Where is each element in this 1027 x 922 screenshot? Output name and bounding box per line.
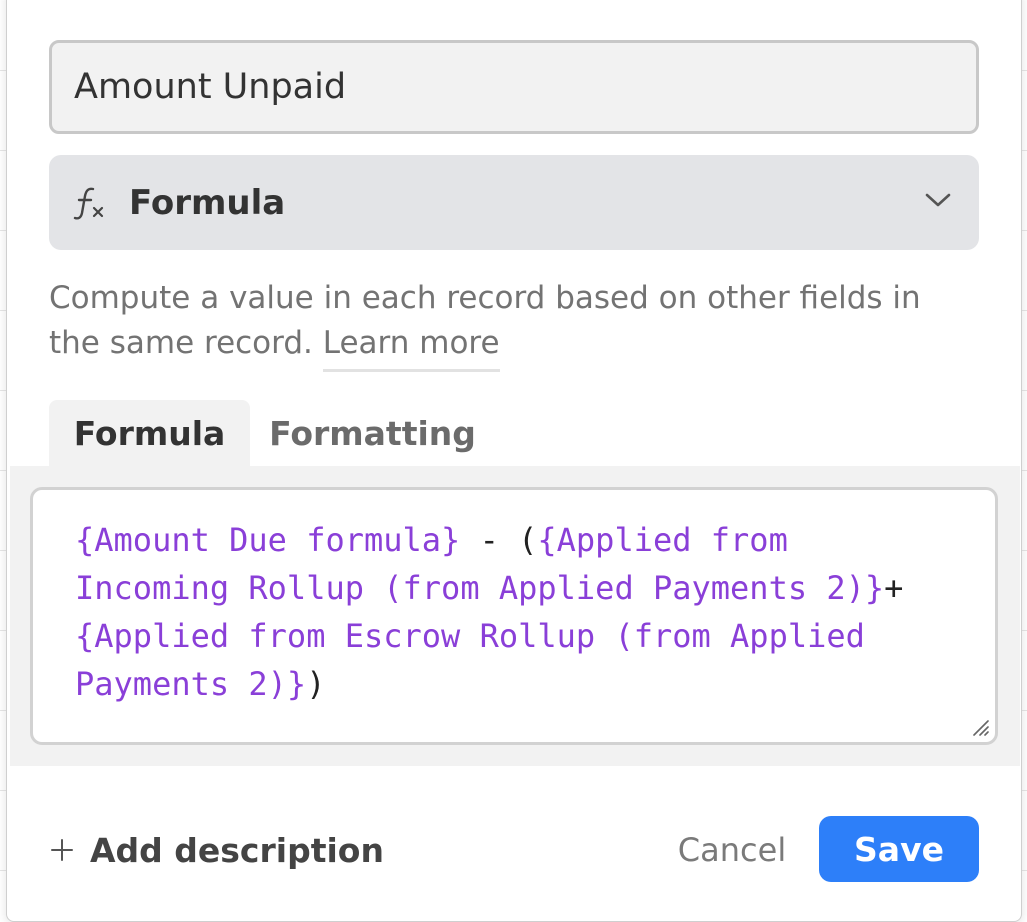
plus-icon (51, 839, 73, 861)
chevron-down-icon (925, 193, 951, 207)
tab-formatting[interactable]: Formatting (269, 400, 476, 466)
save-button[interactable]: Save (819, 816, 979, 882)
tab-formatting-label: Formatting (269, 413, 476, 453)
field-type-description: Compute a value in each record based on … (49, 276, 949, 372)
formula-operator-token: - ( (460, 521, 538, 559)
tab-formula[interactable]: Formula (49, 400, 250, 466)
formula-operator-token: ) (306, 665, 326, 703)
function-fx-icon (73, 187, 104, 220)
formula-field-token: {Amount Due formula} (75, 521, 461, 559)
formula-editor[interactable]: {Amount Due formula} - ({Applied from In… (30, 487, 998, 745)
add-description-label: Add description (90, 830, 384, 870)
add-description-button[interactable]: Add description (50, 826, 384, 874)
learn-more-link[interactable]: Learn more (322, 325, 500, 372)
field-type-label: Formula (129, 182, 286, 223)
field-name-input[interactable] (49, 40, 979, 134)
formula-field-token: {Applied from Escrow Rollup (from Applie… (75, 617, 865, 703)
cancel-button[interactable]: Cancel (670, 826, 794, 874)
field-type-select[interactable]: Formula (49, 155, 979, 250)
formula-operator-token: + (884, 569, 904, 607)
tab-formula-label: Formula (73, 413, 226, 453)
resize-handle-icon[interactable] (971, 718, 989, 736)
